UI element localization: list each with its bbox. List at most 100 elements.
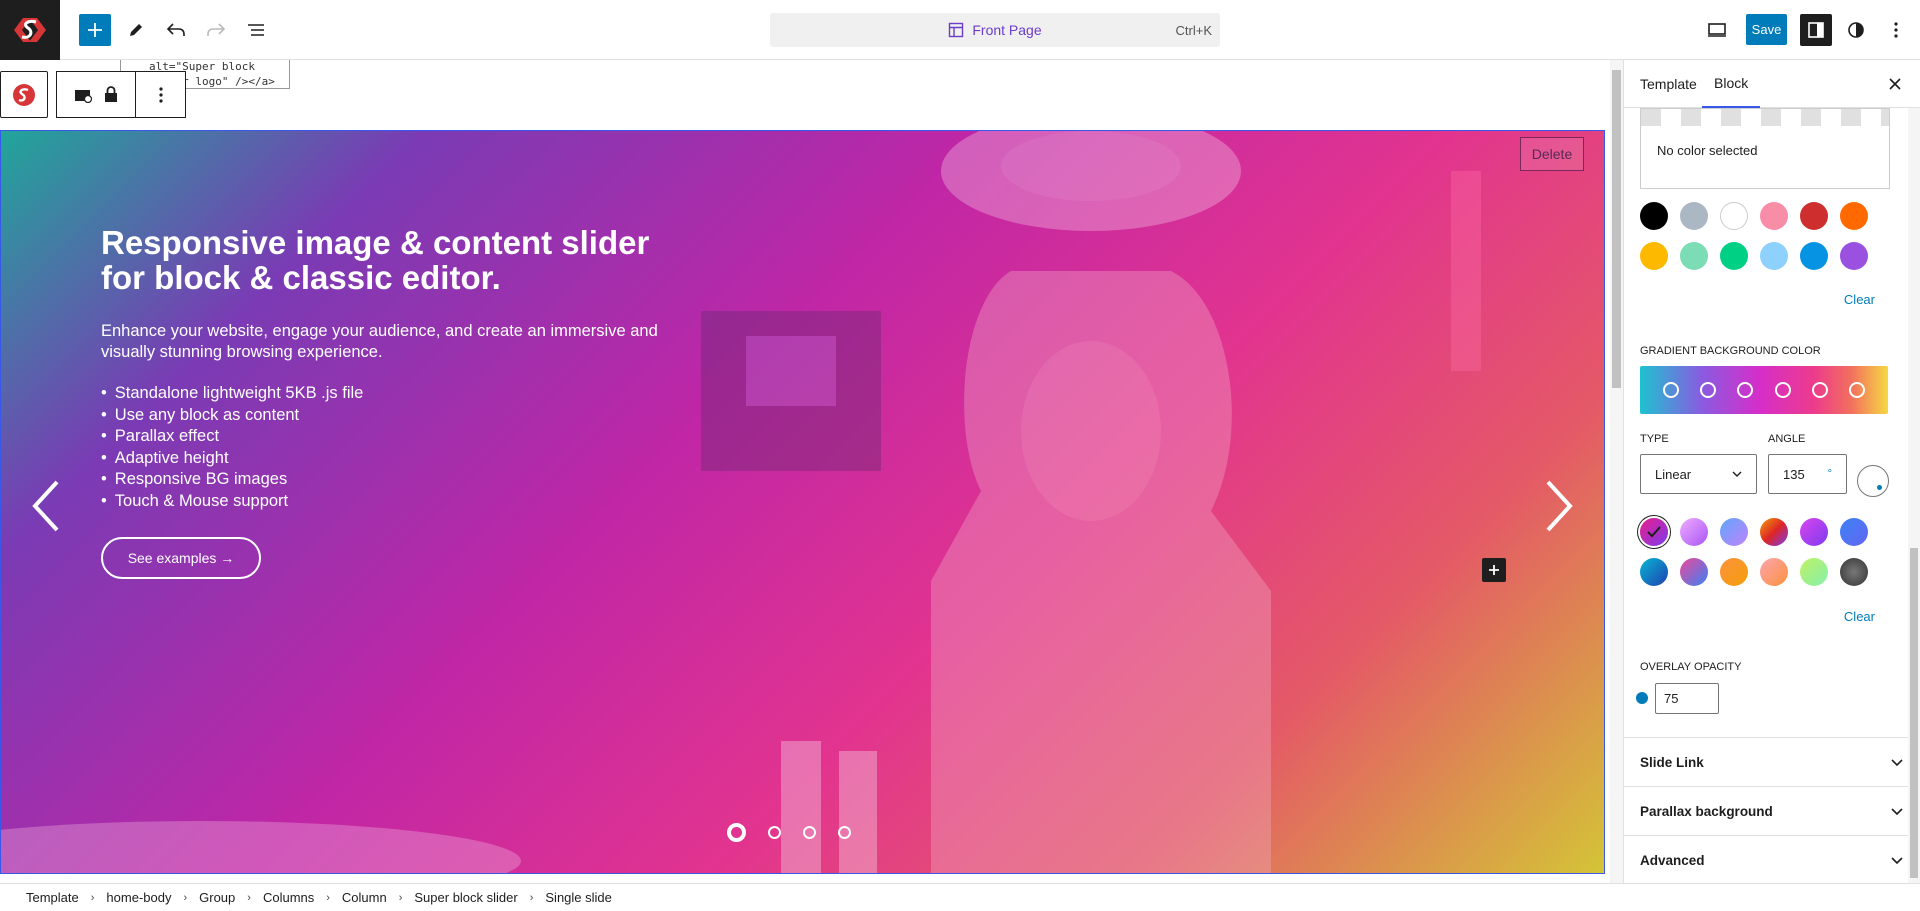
gradient-editor-bar[interactable] [1640, 366, 1888, 414]
color-swatch[interactable] [1680, 202, 1708, 230]
gradient-swatch[interactable] [1720, 518, 1748, 546]
color-swatch[interactable] [1720, 202, 1748, 230]
breadcrumb-item[interactable]: Template [26, 890, 79, 905]
block-options-button[interactable] [136, 71, 186, 118]
gradient-swatch[interactable] [1840, 518, 1868, 546]
breadcrumb-item[interactable]: Column [342, 890, 387, 905]
options-button[interactable] [1880, 14, 1912, 46]
see-examples-button[interactable]: See examples → [101, 537, 261, 579]
block-tools-group [56, 71, 136, 118]
breadcrumb-item[interactable]: home-body [106, 890, 171, 905]
color-swatch[interactable] [1720, 242, 1748, 270]
pagination-dot[interactable] [838, 826, 851, 839]
block-type-button[interactable] [0, 71, 48, 118]
canvas-scrollbar[interactable] [1610, 60, 1623, 883]
feature-list[interactable]: Standalone lightweight 5KB .js file Use … [101, 383, 681, 512]
pagination-dot[interactable] [768, 826, 781, 839]
gradient-swatch[interactable] [1680, 558, 1708, 586]
next-slide-arrow-icon[interactable] [1544, 476, 1574, 536]
list-item: Standalone lightweight 5KB .js file [101, 383, 681, 405]
gradient-stop-handle[interactable] [1737, 382, 1754, 398]
scrollbar-thumb[interactable] [1612, 70, 1621, 388]
breadcrumb-item[interactable]: Super block slider [414, 890, 517, 905]
color-swatch[interactable] [1840, 202, 1868, 230]
command-palette-bar[interactable]: Front Page Ctrl+K [770, 13, 1220, 47]
tab-block[interactable]: Block [1702, 60, 1761, 108]
gradient-swatch[interactable] [1760, 518, 1788, 546]
gradient-swatch[interactable] [1840, 558, 1868, 586]
gradient-swatch[interactable] [1640, 558, 1668, 586]
angle-dial-control[interactable] [1857, 465, 1889, 497]
undo-button[interactable] [160, 14, 192, 46]
sidebar-scrollbar[interactable] [1908, 108, 1920, 883]
clear-color-button[interactable]: Clear [1844, 292, 1875, 307]
pagination-dot[interactable] [803, 826, 816, 839]
styles-button[interactable] [1840, 14, 1872, 46]
previous-slide-arrow-icon[interactable] [31, 476, 61, 536]
panel-title: Slide Link [1640, 754, 1704, 770]
angle-input[interactable]: 135 ° [1768, 454, 1847, 494]
gradient-swatch[interactable] [1800, 518, 1828, 546]
scrollbar-thumb[interactable] [1910, 548, 1918, 878]
redo-button[interactable] [200, 14, 232, 46]
save-button[interactable]: Save [1746, 14, 1787, 45]
breadcrumb-item[interactable]: Columns [263, 890, 314, 905]
opacity-slider-handle[interactable] [1636, 692, 1648, 704]
panel-slide-link[interactable]: Slide Link [1624, 737, 1920, 786]
tools-button[interactable] [120, 14, 152, 46]
color-swatch[interactable] [1800, 202, 1828, 230]
redo-icon [207, 23, 226, 36]
gradient-type-select[interactable]: Linear [1640, 454, 1757, 494]
check-icon [1647, 526, 1661, 538]
chevron-right-icon: › [529, 891, 534, 904]
gradient-stop-handle[interactable] [1774, 382, 1791, 398]
color-indicator[interactable]: No color selected [1640, 108, 1890, 189]
overlay-opacity-input[interactable]: 75 [1655, 683, 1719, 714]
gradient-swatch[interactable] [1720, 558, 1748, 586]
chevron-down-icon [1891, 759, 1903, 767]
slider-pagination [727, 823, 851, 842]
more-vertical-icon [158, 86, 163, 103]
gradient-swatch[interactable] [1800, 558, 1828, 586]
gradient-stop-handle[interactable] [1662, 382, 1679, 398]
gradient-swatch[interactable] [1640, 518, 1668, 546]
gradient-swatch[interactable] [1760, 558, 1788, 586]
list-view-button[interactable] [240, 14, 272, 46]
breadcrumb-item[interactable]: Single slide [545, 890, 612, 905]
color-swatch[interactable] [1800, 242, 1828, 270]
clear-gradient-button[interactable]: Clear [1844, 609, 1875, 624]
panel-advanced[interactable]: Advanced [1624, 835, 1920, 883]
super-block-slider[interactable]: Delete Responsive image & content slider… [0, 130, 1605, 874]
block-inserter-button[interactable] [1482, 558, 1506, 582]
tab-template[interactable]: Template [1640, 60, 1697, 108]
chevron-down-icon [1891, 808, 1903, 816]
color-swatch[interactable] [1640, 242, 1668, 270]
color-swatch[interactable] [1760, 202, 1788, 230]
gradient-swatch[interactable] [1680, 518, 1708, 546]
site-logo[interactable] [0, 0, 60, 60]
add-block-button[interactable] [79, 14, 111, 46]
pencil-icon [130, 24, 142, 36]
gradient-stop-handle[interactable] [1811, 382, 1828, 398]
more-vertical-icon [1894, 22, 1898, 38]
list-item: Touch & Mouse support [101, 491, 681, 513]
gradient-stop-handle[interactable] [1699, 382, 1716, 398]
slide-description[interactable]: Enhance your website, engage your audien… [101, 321, 681, 363]
close-sidebar-button[interactable] [1889, 74, 1901, 95]
color-swatch[interactable] [1640, 202, 1668, 230]
pagination-dot[interactable] [727, 823, 746, 842]
preview-button[interactable] [1701, 14, 1733, 46]
slide-heading[interactable]: Responsive image & content slider for bl… [101, 225, 681, 295]
gradient-stop-handle[interactable] [1849, 382, 1866, 398]
color-swatch[interactable] [1840, 242, 1868, 270]
delete-slide-button[interactable]: Delete [1520, 137, 1584, 171]
slide-image-icon[interactable] [74, 87, 94, 103]
color-swatch[interactable] [1680, 242, 1708, 270]
settings-sidebar-button[interactable] [1800, 14, 1832, 46]
lock-icon[interactable] [104, 86, 118, 103]
panel-parallax-background[interactable]: Parallax background [1624, 786, 1920, 835]
angle-label: ANGLE [1768, 433, 1806, 445]
breadcrumb-item[interactable]: Group [199, 890, 235, 905]
chevron-right-icon: › [247, 891, 251, 904]
color-swatch[interactable] [1760, 242, 1788, 270]
